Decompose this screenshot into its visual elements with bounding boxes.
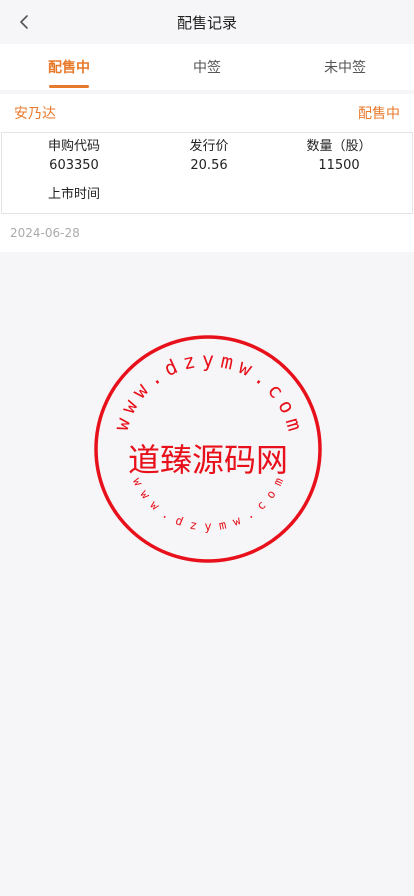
watermark-ring-char: z xyxy=(189,518,199,533)
watermark-ring-char: . xyxy=(243,507,257,523)
quantity-label: 数量（股） xyxy=(306,139,372,154)
price-value: 20.56 xyxy=(190,158,228,173)
code-column: 申购代码 603350 xyxy=(14,137,134,175)
watermark-stamp: 道臻源码网 www.d z y m w.com www. d z y m w .com xyxy=(94,335,322,563)
tab-won[interactable]: 中签 xyxy=(138,44,276,90)
watermark-ring-char: . xyxy=(160,507,174,523)
watermark-ring-char: o xyxy=(263,487,279,501)
watermark-ring-char: m xyxy=(219,349,236,375)
watermark-ring-char: y xyxy=(204,520,211,534)
quantity-column: 数量（股） 11500 xyxy=(279,137,399,175)
record-details: 申购代码 603350 发行价 20.56 数量（股） 11500 上市时间 xyxy=(1,132,413,214)
page-title: 配售记录 xyxy=(176,13,237,32)
code-value: 603350 xyxy=(49,158,99,173)
tab-bar: 配售中 中签 未中签 xyxy=(0,44,414,90)
watermark-bottom-ring: www. d z y m w .com xyxy=(130,476,286,534)
watermark-ring-char: o xyxy=(273,396,300,418)
listing-time-label: 上市时间 xyxy=(47,187,100,202)
watermark-ring-char: w xyxy=(147,498,162,514)
watermark-ring-char: w xyxy=(109,414,136,433)
watermark-ring-char: m xyxy=(218,518,228,533)
quantity-value: 11500 xyxy=(318,158,360,173)
tab-not-won[interactable]: 未中签 xyxy=(276,44,414,90)
status-badge: 配售中 xyxy=(358,106,400,122)
price-column: 发行价 20.56 xyxy=(149,137,269,175)
stock-name: 安乃达 xyxy=(14,106,56,122)
price-label: 发行价 xyxy=(189,139,229,154)
record-header: 安乃达 配售中 xyxy=(0,94,414,132)
watermark-ring-char: m xyxy=(281,415,307,433)
tab-allotting[interactable]: 配售中 xyxy=(0,44,138,90)
code-label: 申购代码 xyxy=(47,139,100,154)
record-card[interactable]: 安乃达 配售中 申购代码 603350 发行价 20.56 数量（股） 1150… xyxy=(0,94,414,252)
watermark-ring-char: y xyxy=(202,348,214,372)
watermark-ring-char: w xyxy=(137,487,153,502)
watermark-ring-char: w xyxy=(231,513,244,529)
chevron-left-icon xyxy=(20,15,28,29)
back-button[interactable] xyxy=(10,8,38,36)
watermark-ring-char: . xyxy=(142,364,166,390)
watermark-ring-char: d xyxy=(160,354,181,381)
watermark-ring-char: d xyxy=(173,513,185,529)
record-date: 2024-06-28 xyxy=(10,226,80,240)
watermark-center-text: 道臻源码网 xyxy=(128,441,288,479)
watermark-ring-char: z xyxy=(180,349,197,375)
watermark-ring-char: c xyxy=(263,378,289,403)
top-bar: 配售记录 xyxy=(0,0,414,44)
watermark-ring-char: c xyxy=(254,498,269,513)
